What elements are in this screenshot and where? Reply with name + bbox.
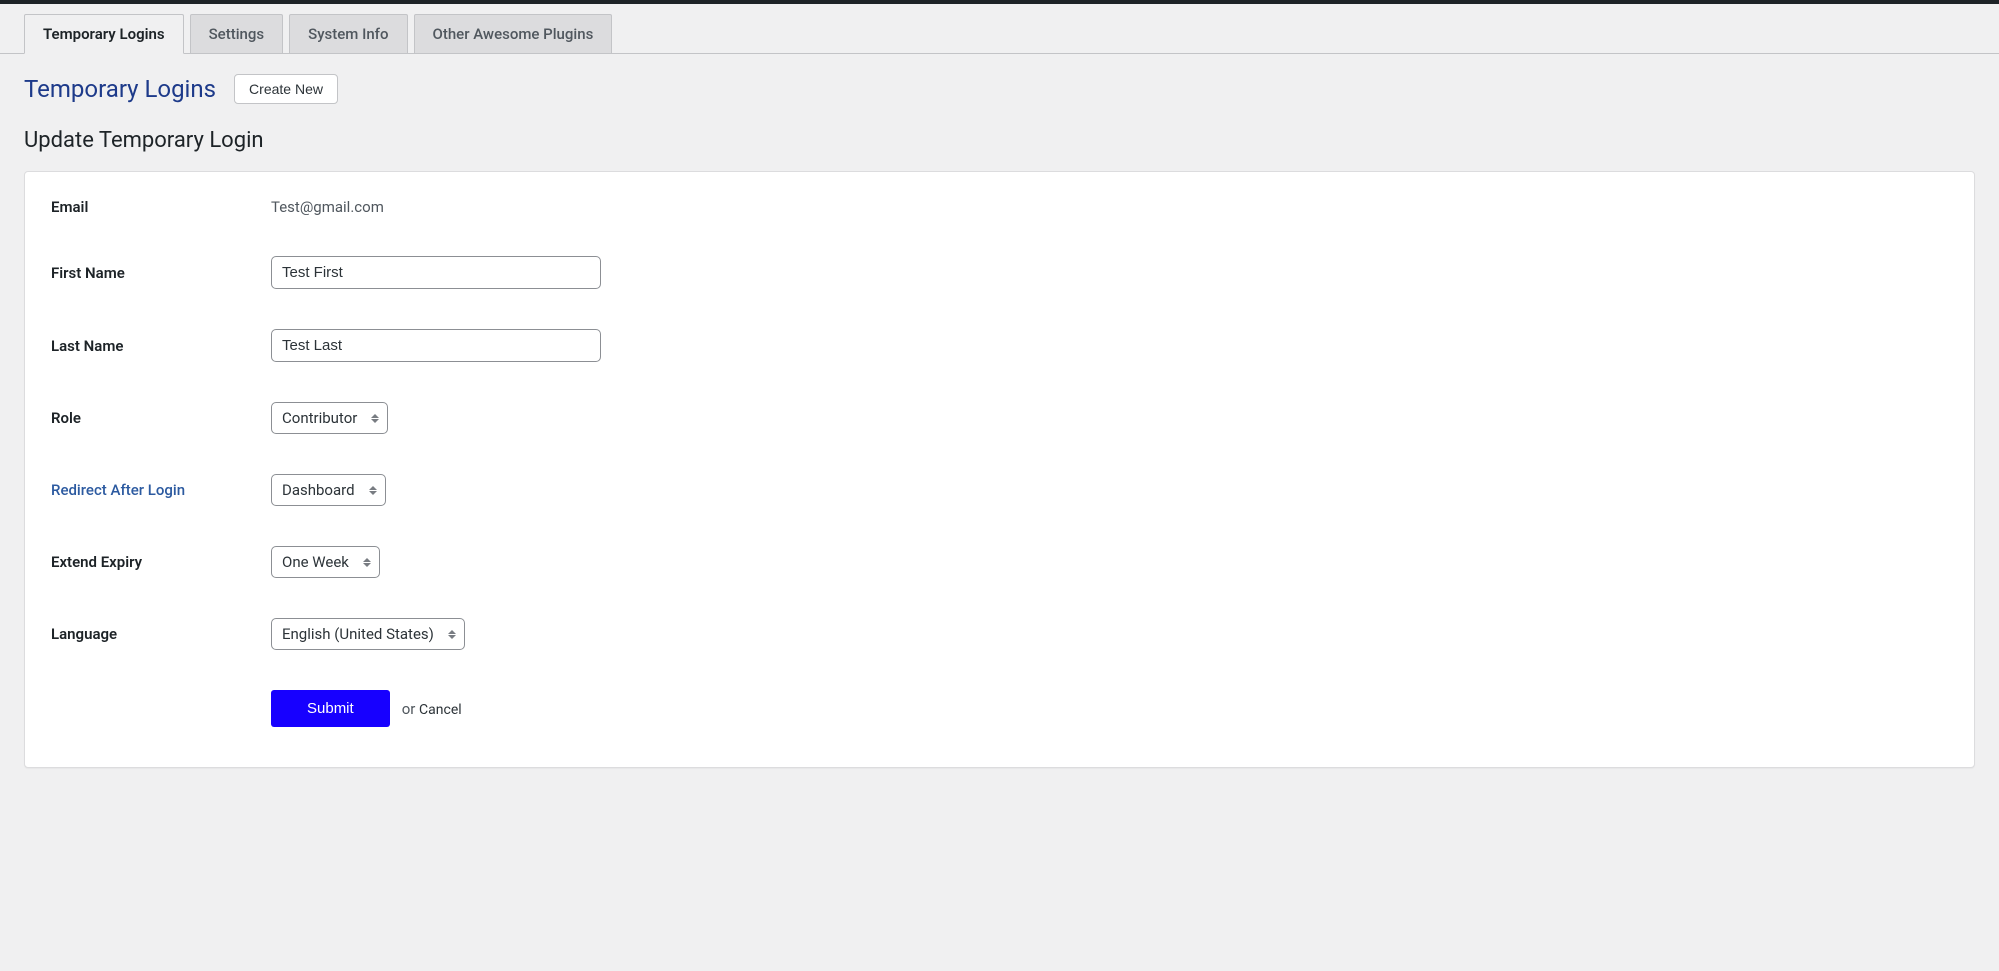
form-subtitle: Update Temporary Login (24, 128, 1975, 153)
cancel-link[interactable]: Cancel (419, 702, 462, 718)
create-new-button[interactable]: Create New (234, 74, 338, 104)
select-caret-icon (448, 630, 456, 639)
page-title: Temporary Logins (24, 75, 216, 103)
row-role: Role Contributor (51, 402, 1948, 434)
form-panel: Email Test@gmail.com First Name Last Nam… (24, 171, 1975, 768)
expiry-select[interactable]: One Week (271, 546, 380, 578)
label-last-name: Last Name (51, 337, 271, 355)
label-redirect: Redirect After Login (51, 481, 271, 499)
row-redirect: Redirect After Login Dashboard (51, 474, 1948, 506)
label-expiry: Extend Expiry (51, 553, 271, 571)
row-first-name: First Name (51, 256, 1948, 289)
tab-system-info[interactable]: System Info (289, 14, 407, 53)
row-language: Language English (United States) (51, 618, 1948, 650)
role-select[interactable]: Contributor (271, 402, 388, 434)
label-role: Role (51, 409, 271, 427)
header-row: Temporary Logins Create New (24, 74, 1975, 104)
last-name-input[interactable] (271, 329, 601, 362)
label-email: Email (51, 198, 271, 216)
tab-settings[interactable]: Settings (190, 14, 284, 53)
tab-temporary-logins[interactable]: Temporary Logins (24, 14, 184, 54)
select-caret-icon (369, 486, 377, 495)
content-area: Temporary Logins Create New Update Tempo… (0, 54, 1999, 788)
submit-button[interactable]: Submit (271, 690, 390, 727)
page-container: Temporary Logins Settings System Info Ot… (0, 4, 1999, 788)
language-select[interactable]: English (United States) (271, 618, 465, 650)
tabs-bar: Temporary Logins Settings System Info Ot… (0, 4, 1999, 54)
redirect-select-value: Dashboard (282, 481, 355, 499)
row-email: Email Test@gmail.com (51, 198, 1948, 216)
submit-row: Submit or Cancel (271, 690, 1948, 727)
language-select-value: English (United States) (282, 625, 434, 643)
redirect-select[interactable]: Dashboard (271, 474, 386, 506)
or-cancel-text: or Cancel (402, 700, 462, 718)
row-last-name: Last Name (51, 329, 1948, 362)
select-caret-icon (371, 414, 379, 423)
label-language: Language (51, 625, 271, 643)
select-caret-icon (363, 558, 371, 567)
value-email: Test@gmail.com (271, 198, 1948, 216)
label-first-name: First Name (51, 264, 271, 282)
role-select-value: Contributor (282, 409, 357, 427)
tab-other-plugins[interactable]: Other Awesome Plugins (414, 14, 613, 53)
expiry-select-value: One Week (282, 553, 349, 571)
row-expiry: Extend Expiry One Week (51, 546, 1948, 578)
or-text: or (402, 700, 419, 718)
first-name-input[interactable] (271, 256, 601, 289)
